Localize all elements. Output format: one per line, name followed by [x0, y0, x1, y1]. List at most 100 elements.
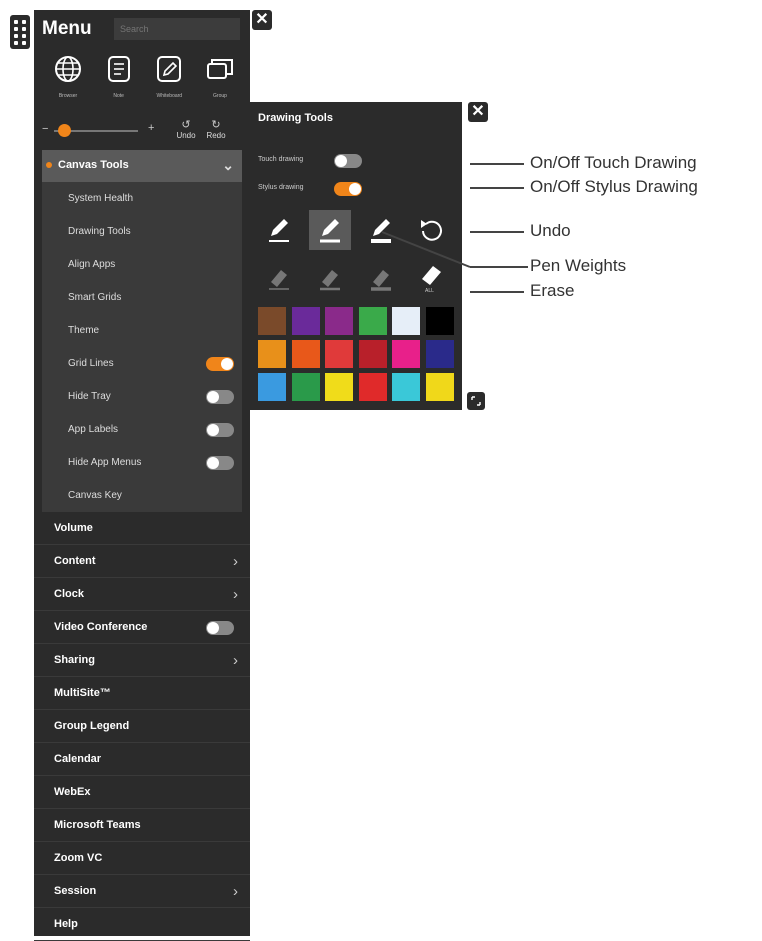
group-icon [206, 59, 233, 79]
color-swatch[interactable] [325, 340, 353, 368]
close-drawing-tools-button[interactable]: ✕ [468, 102, 488, 122]
menu-item-label: Session [54, 885, 97, 897]
color-swatch[interactable] [392, 373, 420, 401]
menu-item[interactable]: Volume [34, 512, 250, 545]
zoom-row: − + ↺ Undo ↻ Redo [42, 120, 242, 144]
undo-button[interactable]: ↺ Undo [174, 120, 198, 141]
color-swatch[interactable] [291, 307, 320, 335]
callout-touch-drawing: On/Off Touch Drawing [530, 153, 697, 172]
stylus-drawing-label: Stylus drawing [258, 184, 304, 191]
toggle-switch[interactable] [206, 456, 234, 470]
callout-pen-weights: Pen Weights [530, 256, 627, 275]
color-swatch[interactable] [425, 373, 454, 401]
close-menu-button[interactable]: ✕ [252, 10, 272, 30]
submenu-item[interactable]: Grid Lines [42, 347, 242, 380]
callout-line [470, 187, 524, 189]
close-icon: ✕ [471, 103, 485, 120]
color-swatch[interactable] [425, 307, 454, 335]
eraser-small-button[interactable] [258, 258, 300, 298]
menu-item[interactable]: Microsoft Teams [34, 809, 250, 842]
pen-medium-button[interactable] [309, 210, 351, 250]
color-swatch[interactable] [392, 307, 420, 335]
submenu-item[interactable]: Theme [42, 314, 242, 347]
color-swatch[interactable] [291, 340, 320, 368]
menu-item[interactable]: Content › [34, 545, 250, 578]
color-swatch[interactable] [258, 307, 286, 335]
toggle-switch[interactable] [206, 390, 234, 404]
main-menu: Menu Browser Note [34, 10, 250, 941]
color-swatch[interactable] [258, 373, 286, 401]
app-label: Note [113, 93, 124, 99]
submenu-item[interactable]: Align Apps [42, 248, 242, 281]
color-swatch[interactable] [358, 307, 387, 335]
callout-undo: Undo [530, 221, 571, 240]
drag-handle-icon[interactable] [10, 15, 30, 49]
app-browser[interactable]: Browser [48, 54, 88, 99]
submenu-item[interactable]: System Health [42, 182, 242, 215]
submenu-item[interactable]: App Labels [42, 413, 242, 446]
menu-item[interactable]: Session › [34, 875, 250, 908]
menu-title: Menu [42, 18, 92, 39]
menu-item-label: Sharing [54, 654, 95, 666]
submenu-item[interactable]: Drawing Tools [42, 215, 242, 248]
note-icon [107, 56, 130, 82]
menu-item-label: WebEx [54, 786, 91, 798]
zoom-out-icon[interactable]: − [42, 123, 48, 135]
color-swatch[interactable] [425, 340, 454, 368]
toggle-switch[interactable] [206, 621, 234, 635]
callout-stylus-drawing: On/Off Stylus Drawing [530, 177, 698, 196]
submenu-item-label: Theme [68, 325, 100, 336]
toggle-switch[interactable] [206, 423, 234, 437]
menu-item-label: Help [54, 918, 78, 930]
submenu-item[interactable]: Smart Grids [42, 281, 242, 314]
app-group[interactable]: Group [200, 54, 240, 99]
menu-item[interactable]: Calendar [34, 743, 250, 776]
touch-drawing-label: Touch drawing [258, 156, 304, 163]
color-swatch[interactable] [358, 340, 387, 368]
redo-button[interactable]: ↻ Redo [204, 120, 228, 141]
submenu-item[interactable]: Hide Tray [42, 380, 242, 413]
app-label: Whiteboard [156, 93, 183, 99]
menu-item[interactable]: WebEx [34, 776, 250, 809]
chevron-down-icon: ⌄ [222, 157, 234, 173]
submenu-item-label: Hide Tray [68, 391, 111, 402]
color-swatch[interactable] [258, 340, 286, 368]
toggle-switch[interactable] [206, 357, 234, 371]
submenu-item-label: System Health [68, 193, 134, 204]
chevron-right-icon: › [233, 586, 238, 603]
expand-icon[interactable] [467, 392, 485, 410]
zoom-slider-handle[interactable] [58, 124, 72, 137]
touch-drawing-toggle[interactable] [334, 154, 362, 168]
search-input[interactable] [114, 18, 240, 40]
color-swatch[interactable] [358, 373, 387, 401]
menu-item[interactable]: Sharing › [34, 644, 250, 677]
stylus-drawing-toggle[interactable] [334, 182, 362, 196]
menu-item-label: Volume [54, 522, 93, 534]
submenu-item[interactable]: Hide App Menus [42, 446, 242, 479]
menu-item[interactable]: Video Conference [34, 611, 250, 644]
app-label: Group [213, 93, 227, 99]
app-note[interactable]: Note [99, 54, 139, 99]
color-swatch[interactable] [291, 373, 320, 401]
color-swatch[interactable] [325, 373, 353, 401]
color-swatch[interactable] [392, 340, 420, 368]
menu-item[interactable]: Group Legend [34, 710, 250, 743]
menu-item[interactable]: Help [34, 908, 250, 941]
menu-item-label: Microsoft Teams [54, 819, 141, 831]
canvas-tools-header[interactable]: Canvas Tools ⌄ [42, 150, 242, 182]
color-swatch[interactable] [325, 307, 353, 335]
menu-item[interactable]: Zoom VC [34, 842, 250, 875]
chevron-right-icon: › [233, 883, 238, 900]
menu-item[interactable]: Clock › [34, 578, 250, 611]
eraser-icon [320, 270, 340, 291]
submenu-item[interactable]: Canvas Key [42, 479, 242, 512]
menu-item[interactable]: MultiSite™ [34, 677, 250, 710]
pen-icon [320, 219, 340, 243]
menu-item-label: Clock [54, 588, 84, 600]
pen-thin-button[interactable] [258, 210, 300, 250]
zoom-in-icon[interactable]: + [148, 122, 154, 134]
app-whiteboard[interactable]: Whiteboard [149, 54, 189, 99]
eraser-icon [269, 270, 289, 290]
menu-item-label: Group Legend [54, 720, 130, 732]
eraser-medium-button[interactable] [309, 258, 351, 298]
